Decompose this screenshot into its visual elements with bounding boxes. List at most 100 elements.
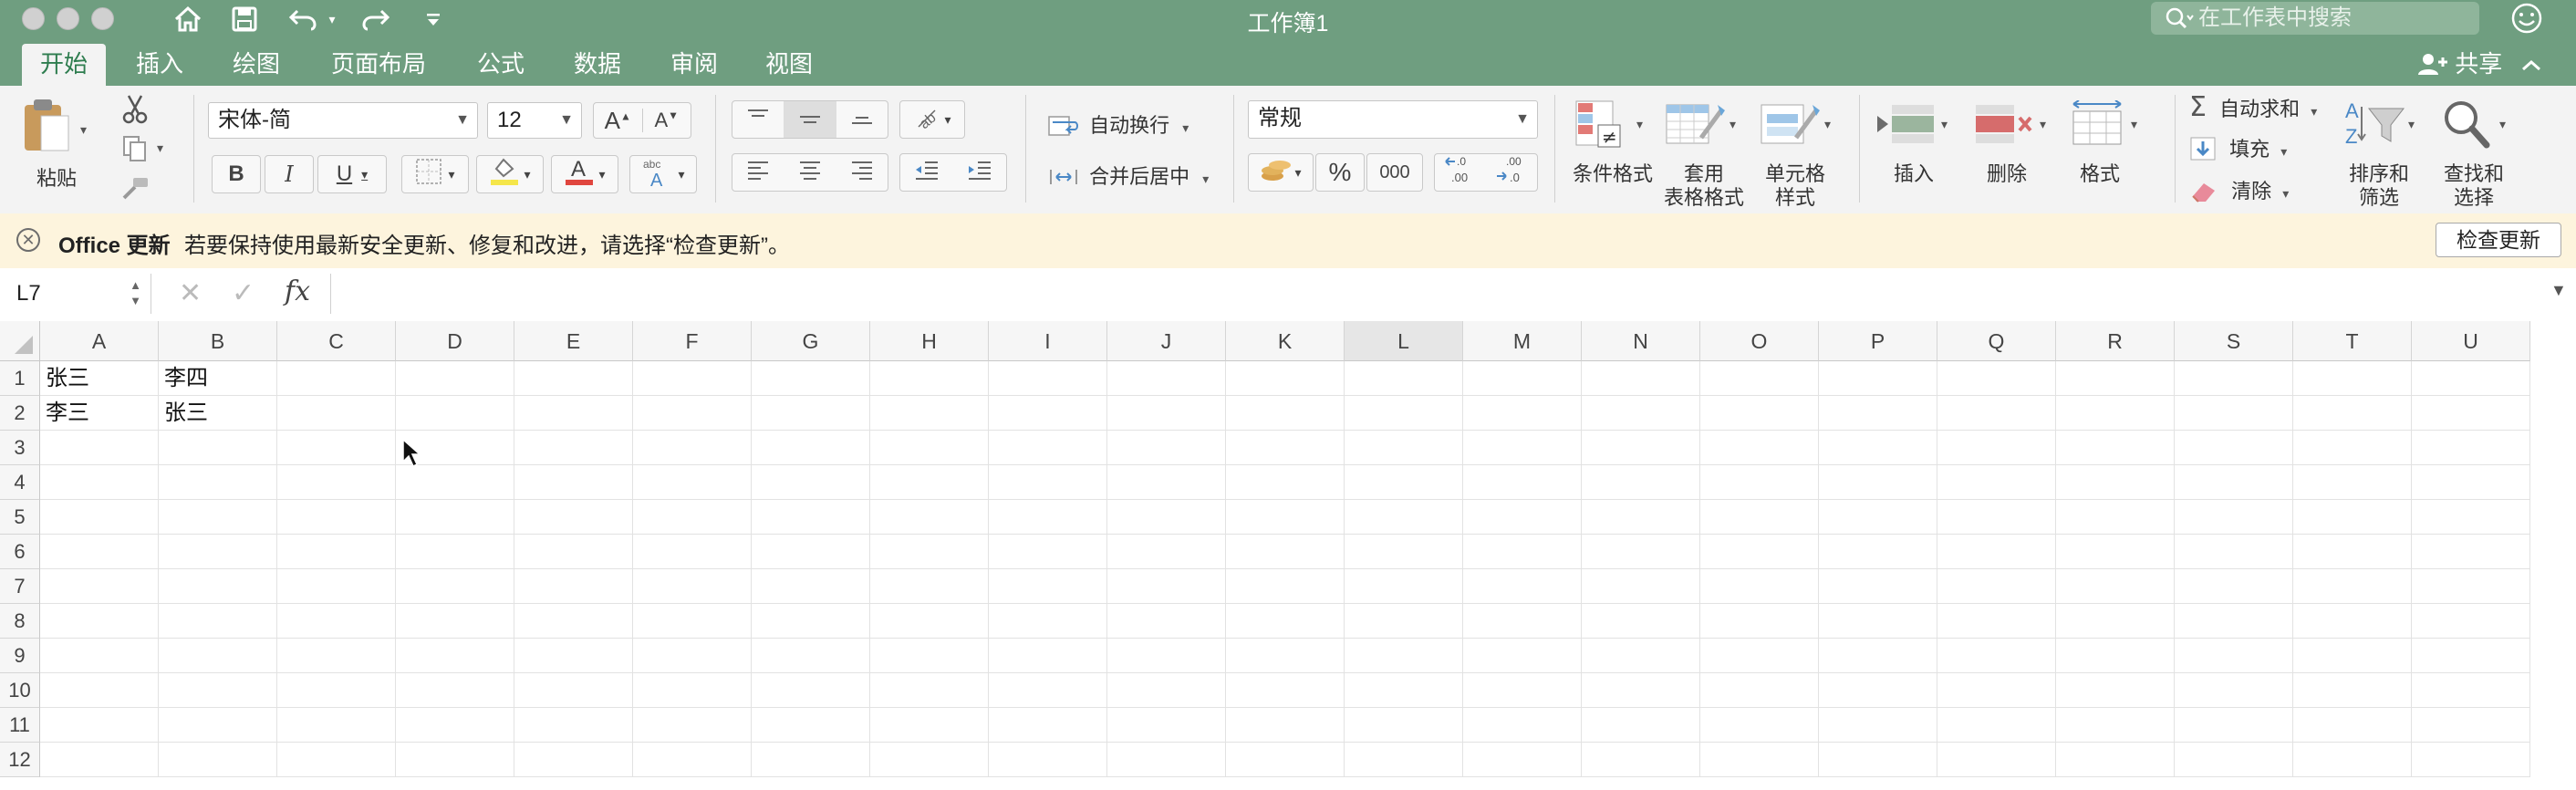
cell[interactable] xyxy=(989,743,1107,777)
cell[interactable] xyxy=(2056,708,2175,743)
cell[interactable] xyxy=(2175,743,2293,777)
cell[interactable] xyxy=(1937,743,2056,777)
cell[interactable] xyxy=(2175,535,2293,569)
cell[interactable] xyxy=(40,708,159,743)
cell[interactable] xyxy=(1345,465,1463,500)
cell[interactable] xyxy=(752,708,870,743)
cell[interactable] xyxy=(989,569,1107,604)
cell[interactable] xyxy=(1819,535,1937,569)
comma-style-button[interactable]: 000 xyxy=(1366,153,1423,192)
cell[interactable] xyxy=(989,396,1107,431)
chevron-down-icon[interactable]: ▾ xyxy=(1941,117,1948,132)
cell[interactable] xyxy=(1463,465,1582,500)
feedback-smiley-icon[interactable] xyxy=(2510,2,2543,43)
cell[interactable] xyxy=(633,500,752,535)
column-header[interactable]: I xyxy=(989,321,1107,361)
chevron-down-icon[interactable]: ▾ xyxy=(2408,117,2415,132)
cell[interactable] xyxy=(514,743,633,777)
cell[interactable] xyxy=(989,639,1107,673)
cell[interactable] xyxy=(2175,639,2293,673)
cell[interactable] xyxy=(1819,500,1937,535)
cell[interactable] xyxy=(870,604,989,639)
cell[interactable] xyxy=(1700,431,1819,465)
cell[interactable] xyxy=(752,465,870,500)
cell[interactable] xyxy=(1345,361,1463,396)
tab-formulas[interactable]: 公式 xyxy=(462,44,540,86)
row-header[interactable]: 2 xyxy=(0,396,40,431)
cell[interactable] xyxy=(2056,604,2175,639)
align-middle-icon[interactable] xyxy=(784,101,836,138)
fill-color-button[interactable]: ▾ xyxy=(476,155,544,193)
cell[interactable] xyxy=(1345,743,1463,777)
cell[interactable] xyxy=(1226,535,1345,569)
cell[interactable] xyxy=(277,500,396,535)
row-header[interactable]: 1 xyxy=(0,361,40,396)
format-cells-icon[interactable] xyxy=(2063,99,2131,150)
bold-button[interactable]: B xyxy=(212,155,261,193)
cell[interactable] xyxy=(396,639,514,673)
cell[interactable] xyxy=(1937,708,2056,743)
increase-indent-icon[interactable] xyxy=(953,160,1006,186)
cell[interactable] xyxy=(1463,708,1582,743)
cell[interactable] xyxy=(2175,708,2293,743)
select-all-corner[interactable] xyxy=(0,321,40,361)
cell[interactable] xyxy=(1937,500,2056,535)
decrease-font-size-icon[interactable]: A▼ xyxy=(641,109,691,132)
cell[interactable] xyxy=(1700,604,1819,639)
cell[interactable] xyxy=(2412,431,2530,465)
chevron-down-icon[interactable]: ▾ xyxy=(2131,117,2137,132)
align-center-icon[interactable] xyxy=(784,160,836,186)
cell[interactable] xyxy=(2293,569,2412,604)
cell[interactable] xyxy=(396,604,514,639)
spreadsheet-grid[interactable]: A B C D E F G H I J K L M N O P Q R S T U 1 张三 李四 2 李三 张三 3 4 5 6 7 8 9 10… xyxy=(0,321,2576,790)
cell[interactable] xyxy=(870,743,989,777)
conditional-format-icon[interactable]: ≠ xyxy=(1571,97,1629,151)
cell[interactable] xyxy=(514,673,633,708)
cell[interactable] xyxy=(2412,743,2530,777)
cell[interactable] xyxy=(870,465,989,500)
cell[interactable] xyxy=(752,673,870,708)
cell[interactable] xyxy=(870,673,989,708)
cell[interactable] xyxy=(1937,639,2056,673)
cell[interactable] xyxy=(2175,431,2293,465)
chevron-down-icon[interactable]: ▾ xyxy=(2040,117,2046,132)
align-left-icon[interactable] xyxy=(732,160,784,186)
cell[interactable] xyxy=(1226,465,1345,500)
cell[interactable] xyxy=(2293,500,2412,535)
close-notification-icon[interactable]: ✕ xyxy=(16,228,40,252)
cell[interactable] xyxy=(870,569,989,604)
tab-page-layout[interactable]: 页面布局 xyxy=(319,44,438,86)
chevron-down-icon[interactable]: ▾ xyxy=(1636,117,1643,132)
cell[interactable] xyxy=(514,361,633,396)
cell[interactable] xyxy=(1819,361,1937,396)
cell[interactable] xyxy=(514,604,633,639)
cell[interactable] xyxy=(1463,535,1582,569)
cell[interactable] xyxy=(277,431,396,465)
fill-button[interactable]: 填充 ▾ xyxy=(2189,133,2287,162)
cell[interactable] xyxy=(277,639,396,673)
align-right-icon[interactable] xyxy=(836,160,888,186)
cell[interactable] xyxy=(752,604,870,639)
row-header[interactable]: 11 xyxy=(0,708,40,743)
cell[interactable] xyxy=(752,396,870,431)
tab-review[interactable]: 审阅 xyxy=(655,44,733,86)
cell[interactable] xyxy=(1107,569,1226,604)
cell[interactable] xyxy=(1582,743,1700,777)
cell[interactable] xyxy=(2293,639,2412,673)
column-header[interactable]: N xyxy=(1582,321,1700,361)
cell[interactable] xyxy=(633,743,752,777)
row-header[interactable]: 7 xyxy=(0,569,40,604)
cell[interactable] xyxy=(752,743,870,777)
cell[interactable] xyxy=(40,569,159,604)
cell[interactable] xyxy=(1107,396,1226,431)
row-header[interactable]: 10 xyxy=(0,673,40,708)
cell[interactable] xyxy=(1700,639,1819,673)
cell[interactable] xyxy=(2175,396,2293,431)
cell[interactable] xyxy=(514,569,633,604)
cell[interactable] xyxy=(1345,673,1463,708)
column-header[interactable]: R xyxy=(2056,321,2175,361)
increase-decimal-icon[interactable]: .0.00 xyxy=(1435,154,1486,192)
cell[interactable] xyxy=(2056,500,2175,535)
cell[interactable] xyxy=(2056,396,2175,431)
accounting-format-button[interactable]: ▾ xyxy=(1248,153,1314,192)
